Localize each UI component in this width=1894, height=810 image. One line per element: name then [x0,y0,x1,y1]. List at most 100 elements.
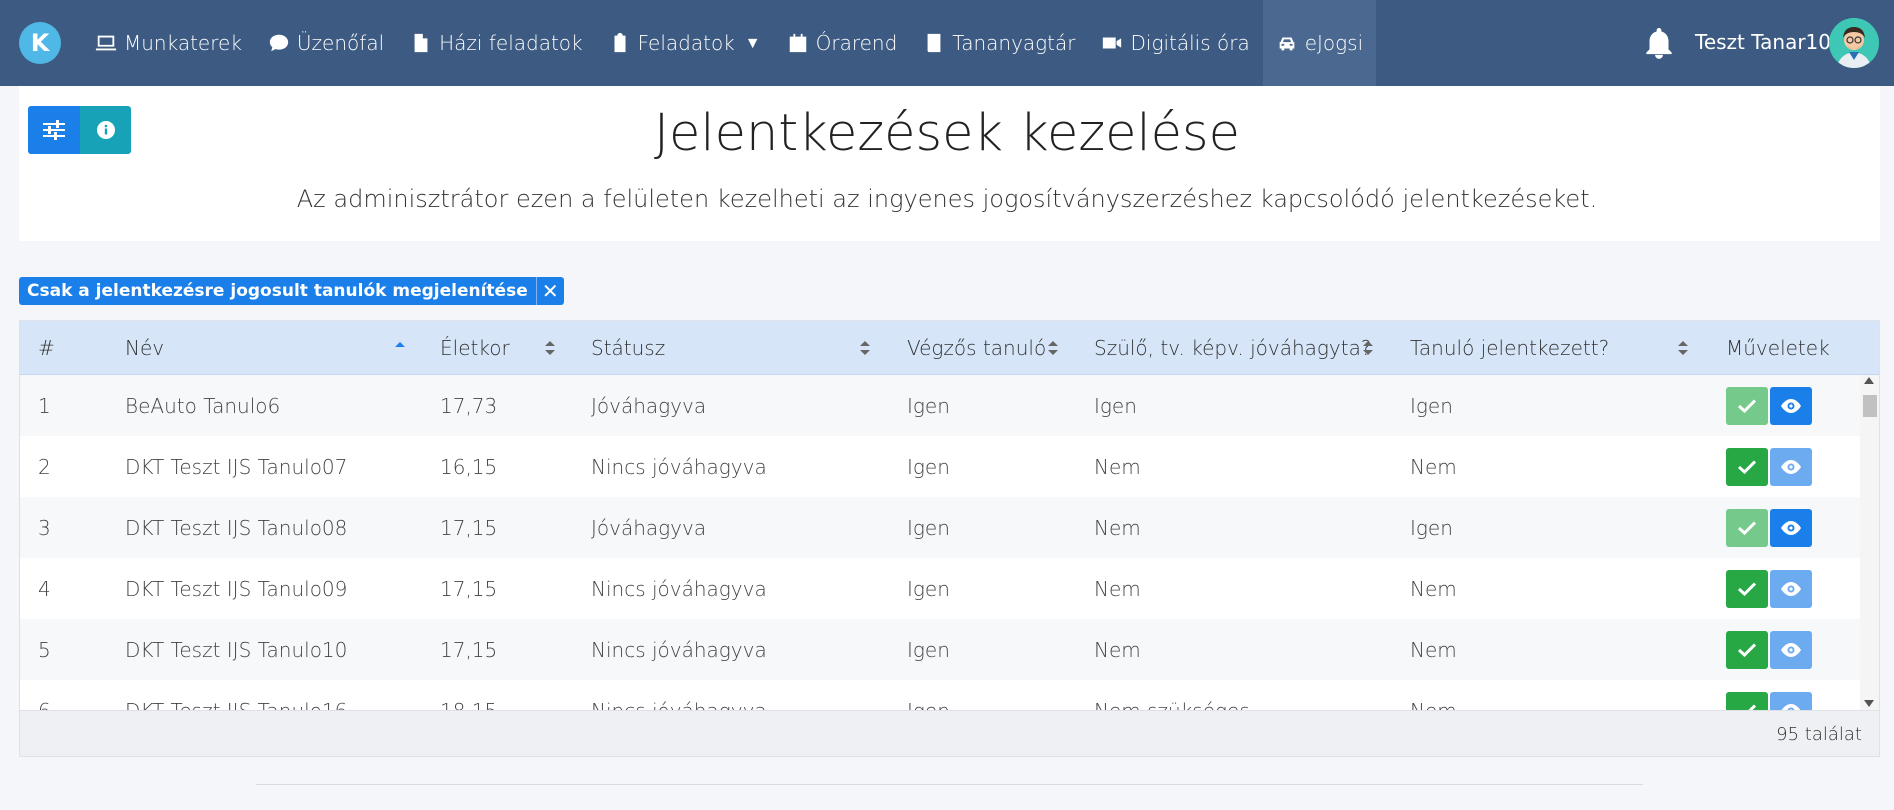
column-header-age[interactable]: Életkor [440,321,510,375]
approve-button[interactable] [1726,631,1768,669]
view-button[interactable] [1770,448,1812,486]
filter-badge: Csak a jelentkezésre jogosult tanulók me… [19,277,564,305]
table-header: # Név Életkor Státusz Végzős tanuló Szül… [20,321,1879,375]
eye-icon [1781,582,1801,596]
cell-applied: Nem [1410,680,1457,711]
nav-item-orarend[interactable]: Órarend [774,0,911,86]
approve-button[interactable] [1726,692,1768,710]
cell-parent-approved: Nem [1094,576,1141,601]
cell-final-year: Igen [907,637,950,662]
cell-age: 17,15 [440,637,498,662]
avatar[interactable] [1829,18,1879,68]
cell-number: 4 [38,576,51,601]
cell-applied: Nem [1410,637,1457,662]
cell-applied: Igen [1410,393,1453,418]
nav-item-label: Házi feladatok [439,31,583,55]
cell-name: BeAuto Tanulo6 [125,393,281,418]
check-icon [1738,582,1756,596]
cell-final-year: Igen [907,393,950,418]
view-button[interactable] [1770,387,1812,425]
cell-status: Nincs jóváhagyva [591,576,767,601]
cell-final-year: Igen [907,454,950,479]
cell-number: 1 [38,393,51,418]
cell-age: 17,15 [440,515,498,540]
column-header-parent-approved[interactable]: Szülő, tv. képv. jóváhagyta? [1094,321,1371,375]
cell-status: Jóváhagyva [591,515,707,540]
nav-item-label: eJogsi [1304,31,1364,55]
cell-number: 6 [38,680,51,711]
sort-icon[interactable] [544,339,556,357]
column-header-actions: Műveletek [1726,336,1830,360]
close-icon[interactable]: ✕ [535,277,564,305]
sort-icon[interactable] [1047,339,1059,357]
nav-item-label: Üzenőfal [296,31,385,55]
column-header-status[interactable]: Státusz [591,321,665,375]
scroll-down-arrow-icon[interactable] [1864,700,1874,707]
table-row: 2 DKT Teszt IJS Tanulo07 16,15 Nincs jóváha… [20,436,1860,497]
file-icon [414,33,428,53]
cell-final-year: Igen [907,515,950,540]
eye-icon [1781,521,1801,535]
notification-bell-icon[interactable] [1640,24,1678,62]
nav-menu: Munkaterek Üzenőfal Házi feladatok Felad… [82,0,1377,86]
cell-name: DKT Teszt IJS Tanulo10 [125,637,348,662]
cell-final-year: Igen [907,576,950,601]
view-button[interactable] [1770,570,1812,608]
nav-item-label: Feladatok [637,31,735,55]
user-avatar-icon [1829,18,1879,68]
page-description: Az adminisztrátor ezen a felületen kezel… [296,185,1598,213]
nav-item-tananyagtar[interactable]: Tananyagtár [910,0,1088,86]
nav-item-feladatok[interactable]: Feladatok ▼ [596,0,774,86]
filter-label: Csak a jelentkezésre jogosult tanulók me… [27,281,528,301]
table-row: 1 BeAuto Tanulo6 17,73 Jóváhagyva Igen Igen Ig… [20,375,1860,436]
column-header-number: # [38,336,55,360]
column-header-applied[interactable]: Tanuló jelentkezett? [1410,321,1609,375]
cell-age: 17,15 [440,576,498,601]
approve-button[interactable] [1726,448,1768,486]
view-button[interactable] [1770,692,1812,710]
check-icon [1738,643,1756,657]
calendar-icon [789,33,806,53]
nav-item-hazi-feladatok[interactable]: Házi feladatok [397,0,595,86]
video-icon [1103,37,1122,49]
check-icon [1738,460,1756,474]
cell-number: 2 [38,454,51,479]
cell-applied: Nem [1410,454,1457,479]
table-row: 5 DKT Teszt IJS Tanulo10 17,15 Nincs jóváha… [20,619,1860,680]
sort-icon[interactable] [859,339,871,357]
approve-button[interactable] [1726,387,1768,425]
table-scrollbar[interactable] [1860,375,1879,710]
sort-icon[interactable] [1362,339,1374,357]
app-logo[interactable]: K [19,22,61,64]
column-header-name[interactable]: Név [125,321,164,375]
table-row: 3 DKT Teszt IJS Tanulo08 17,15 Jóváhagyva Ig… [20,497,1860,558]
nav-item-uzenofal[interactable]: Üzenőfal [255,0,397,86]
nav-item-digitalis-ora[interactable]: Digitális óra [1088,0,1262,86]
sort-icon[interactable] [1677,339,1689,357]
book-icon [927,33,941,53]
cell-parent-approved: Nem [1094,637,1141,662]
cell-parent-approved: Nem [1094,454,1141,479]
page-title: Jelentkezések kezelése [654,104,1240,163]
cell-number: 5 [38,637,51,662]
approve-button[interactable] [1726,509,1768,547]
check-icon [1738,399,1756,413]
table-body: 1 BeAuto Tanulo6 17,73 Jóváhagyva Igen Igen Ig… [20,375,1860,710]
view-button[interactable] [1770,631,1812,669]
check-icon [1738,521,1756,535]
sort-asc-icon[interactable] [394,339,406,357]
view-button[interactable] [1770,509,1812,547]
column-header-final-year[interactable]: Végzős tanuló [907,321,1046,375]
user-name[interactable]: Teszt Tanar10 [1695,30,1831,54]
nav-item-munkaterek[interactable]: Munkaterek [82,0,255,86]
nav-item-ejogsi[interactable]: eJogsi [1262,0,1377,86]
scroll-up-arrow-icon[interactable] [1864,377,1874,384]
laptop-icon [95,35,117,51]
scrollbar-thumb[interactable] [1863,395,1877,417]
cell-status: Nincs jóváhagyva [591,680,767,711]
car-icon [1279,37,1295,51]
table-footer: 95 találat [20,710,1879,756]
approve-button[interactable] [1726,570,1768,608]
cell-parent-approved: Nem szükséges [1094,680,1250,711]
cell-parent-approved: Nem [1094,515,1141,540]
